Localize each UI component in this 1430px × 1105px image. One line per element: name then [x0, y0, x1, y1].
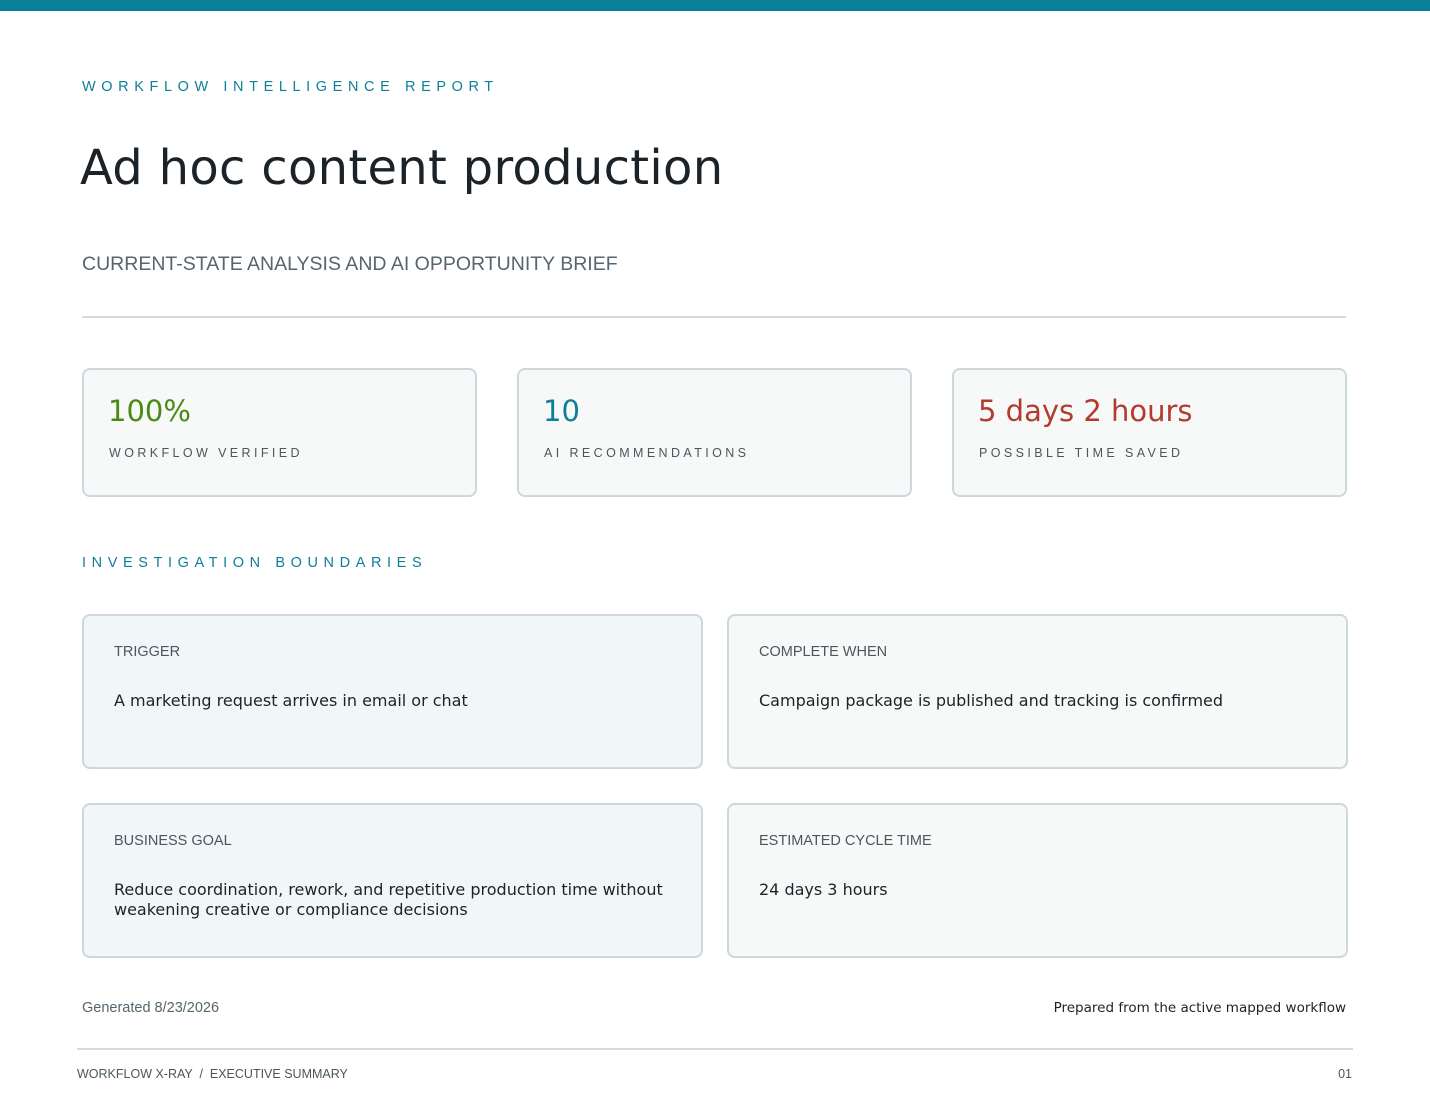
metric-value: 10: [543, 394, 580, 428]
card-text: Reduce coordination, rework, and repetit…: [114, 880, 663, 919]
boundary-card-complete-when: COMPLETE WHEN Campaign package is publis…: [727, 614, 1348, 769]
prepared-note: Prepared from the active mapped workflow: [1053, 1000, 1346, 1016]
card-label: TRIGGER: [114, 644, 181, 660]
metric-label: POSSIBLE TIME SAVED: [979, 446, 1184, 460]
top-accent-bar: [0, 0, 1430, 11]
page-subtitle: CURRENT-STATE ANALYSIS AND AI OPPORTUNIT…: [82, 253, 618, 275]
page-title: Ad hoc content production: [80, 140, 724, 196]
card-label: COMPLETE WHEN: [759, 644, 888, 660]
footer-divider: [77, 1048, 1353, 1050]
metric-value: 100%: [108, 394, 191, 428]
metric-label: WORKFLOW VERIFIED: [109, 446, 303, 460]
footer-breadcrumb: WORKFLOW X-RAY / EXECUTIVE SUMMARY: [77, 1067, 348, 1081]
card-label: BUSINESS GOAL: [114, 833, 232, 849]
card-text: 24 days 3 hours: [759, 880, 888, 899]
card-label: ESTIMATED CYCLE TIME: [759, 833, 932, 849]
metric-value: 5 days 2 hours: [978, 394, 1193, 428]
card-text: A marketing request arrives in email or …: [114, 691, 468, 710]
report-eyebrow: WORKFLOW INTELLIGENCE REPORT: [82, 79, 499, 95]
generated-date: Generated 8/23/2026: [82, 1000, 220, 1016]
card-text: Campaign package is published and tracki…: [759, 691, 1224, 710]
metric-card-workflow-verified: 100% WORKFLOW VERIFIED: [82, 368, 477, 497]
boundary-card-cycle-time: ESTIMATED CYCLE TIME 24 days 3 hours: [727, 803, 1348, 958]
header-divider: [82, 316, 1346, 318]
section-heading-boundaries: INVESTIGATION BOUNDARIES: [82, 555, 428, 571]
metric-card-ai-recommendations: 10 AI RECOMMENDATIONS: [517, 368, 912, 497]
page-number: 01: [1338, 1067, 1352, 1081]
boundary-card-business-goal: BUSINESS GOAL Reduce coordination, rewor…: [82, 803, 703, 958]
metric-card-time-saved: 5 days 2 hours POSSIBLE TIME SAVED: [952, 368, 1347, 497]
metric-label: AI RECOMMENDATIONS: [544, 446, 750, 460]
boundary-card-trigger: TRIGGER A marketing request arrives in e…: [82, 614, 703, 769]
